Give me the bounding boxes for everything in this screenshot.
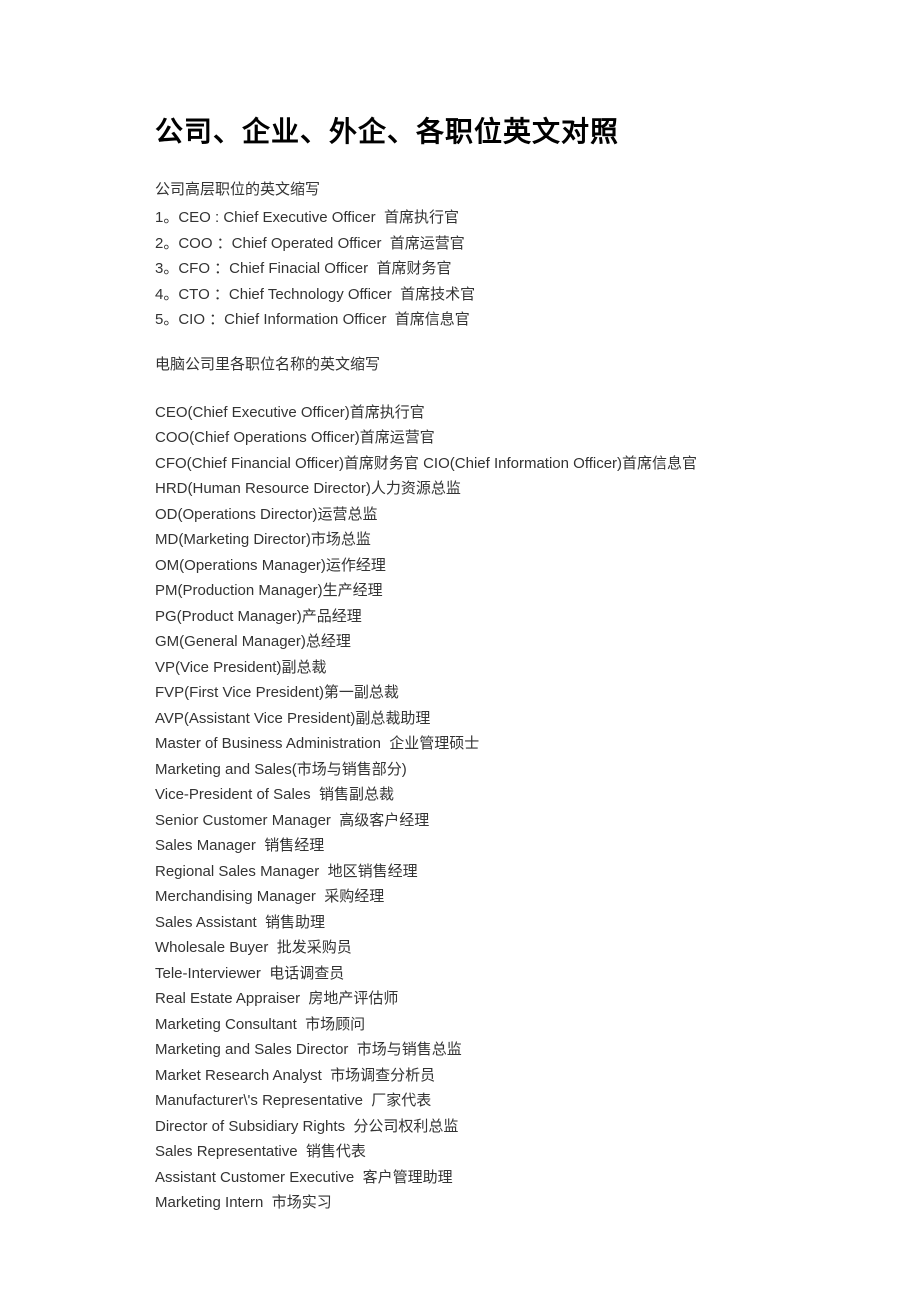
list-item: Sales Manager 销售经理 <box>155 833 765 859</box>
list-item: Sales Assistant 销售助理 <box>155 910 765 936</box>
list-item: Marketing Consultant 市场顾问 <box>155 1012 765 1038</box>
list-item: CFO(Chief Financial Officer)首席财务官 CIO(Ch… <box>155 451 765 477</box>
list-item: GM(General Manager)总经理 <box>155 629 765 655</box>
list-item: Wholesale Buyer 批发采购员 <box>155 935 765 961</box>
list-item: Director of Subsidiary Rights 分公司权利总监 <box>155 1114 765 1140</box>
list-item: Tele-Interviewer 电话调查员 <box>155 961 765 987</box>
list-item: Marketing and Sales(市场与销售部分) <box>155 757 765 783</box>
list-item: VP(Vice President)副总裁 <box>155 655 765 681</box>
list-item: Manufacturer\'s Representative 厂家代表 <box>155 1088 765 1114</box>
list-item: PG(Product Manager)产品经理 <box>155 604 765 630</box>
list-item: 4。CTO ：Chief Technology Officer 首席技术官 <box>155 282 765 308</box>
list-item: Merchandising Manager 采购经理 <box>155 884 765 910</box>
list-item: PM(Production Manager)生产经理 <box>155 578 765 604</box>
section2-heading: 电脑公司里各职位名称的英文缩写 <box>155 353 765 374</box>
list-item: OD(Operations Director)运营总监 <box>155 502 765 528</box>
list-item: HRD(Human Resource Director)人力资源总监 <box>155 476 765 502</box>
list-item: Real Estate Appraiser 房地产评估师 <box>155 986 765 1012</box>
section1-list: 1。CEO : Chief Executive Officer 首席执行官 2。… <box>155 205 765 333</box>
section2-list: CEO(Chief Executive Officer)首席执行官 COO(Ch… <box>155 400 765 1216</box>
list-item: FVP(First Vice President)第一副总裁 <box>155 680 765 706</box>
list-item: Marketing and Sales Director 市场与销售总监 <box>155 1037 765 1063</box>
list-item: AVP(Assistant Vice President)副总裁助理 <box>155 706 765 732</box>
list-item: Regional Sales Manager 地区销售经理 <box>155 859 765 885</box>
list-item: 2。COO ：Chief Operated Officer 首席运营官 <box>155 231 765 257</box>
list-item: Vice-President of Sales 销售副总裁 <box>155 782 765 808</box>
list-item: MD(Marketing Director)市场总监 <box>155 527 765 553</box>
list-item: Market Research Analyst 市场调查分析员 <box>155 1063 765 1089</box>
list-item: 5。CIO ：Chief Information Officer 首席信息官 <box>155 307 765 333</box>
list-item: Sales Representative 销售代表 <box>155 1139 765 1165</box>
list-item: 1。CEO : Chief Executive Officer 首席执行官 <box>155 205 765 231</box>
section1-heading: 公司高层职位的英文缩写 <box>155 178 765 199</box>
list-item: Master of Business Administration 企业管理硕士 <box>155 731 765 757</box>
list-item: Senior Customer Manager 高级客户经理 <box>155 808 765 834</box>
document-title: 公司、企业、外企、各职位英文对照 <box>155 110 765 150</box>
list-item: Marketing Intern 市场实习 <box>155 1190 765 1216</box>
list-item: CEO(Chief Executive Officer)首席执行官 <box>155 400 765 426</box>
list-item: 3。CFO ：Chief Finacial Officer 首席财务官 <box>155 256 765 282</box>
list-item: COO(Chief Operations Officer)首席运营官 <box>155 425 765 451</box>
list-item: Assistant Customer Executive 客户管理助理 <box>155 1165 765 1191</box>
list-item: OM(Operations Manager)运作经理 <box>155 553 765 579</box>
